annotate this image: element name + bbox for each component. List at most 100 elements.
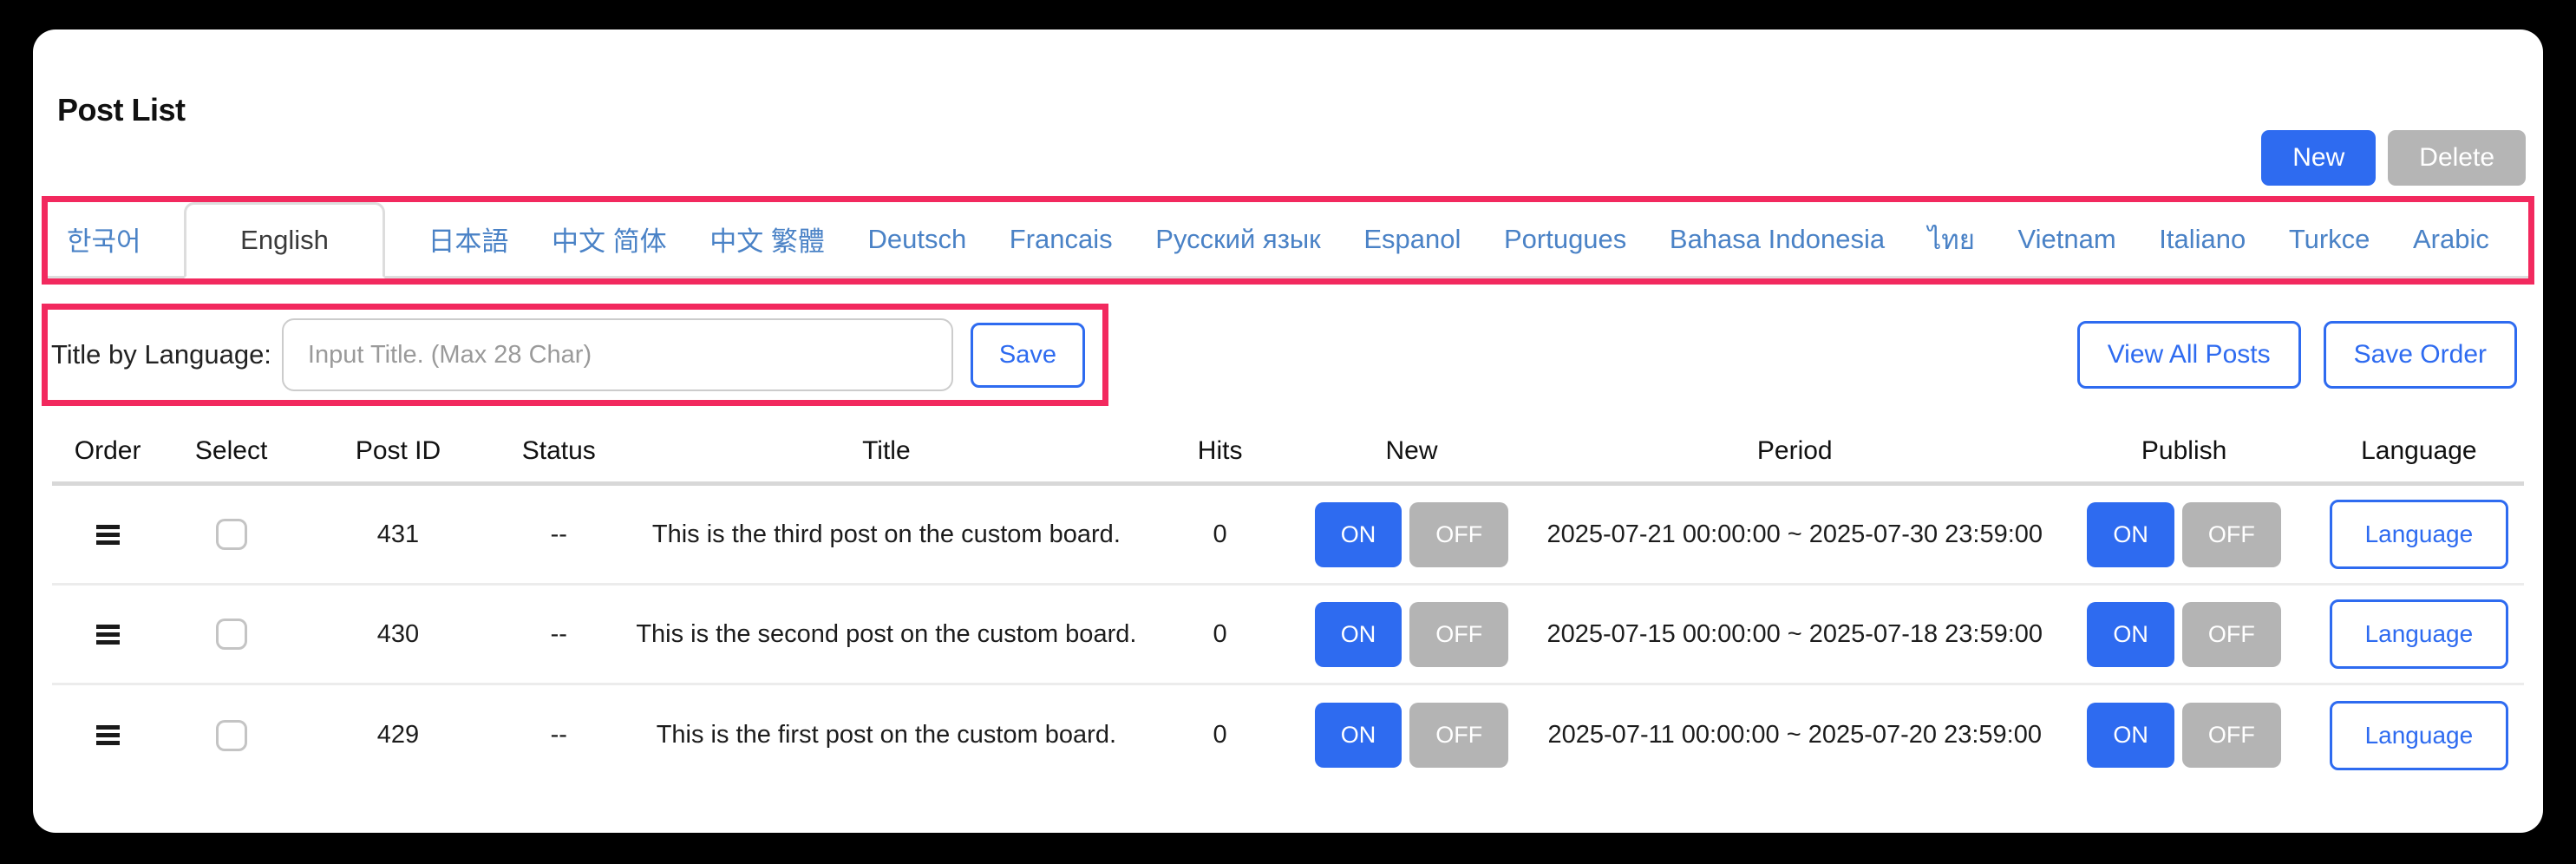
language-tab-label[interactable]: Italiano <box>2159 202 2246 276</box>
column-header: Select <box>163 436 299 466</box>
post-id-cell: 431 <box>299 520 497 549</box>
language-tab[interactable]: Portugues <box>1504 202 1626 276</box>
language-tab[interactable]: 中文 简体 <box>552 202 667 276</box>
drag-handle-icon[interactable] <box>96 625 120 645</box>
select-cell <box>163 519 299 550</box>
row-language-button[interactable]: Language <box>2330 500 2509 569</box>
publish-toggle-cell: ON OFF <box>2055 502 2314 567</box>
drag-handle-icon[interactable] <box>96 525 120 545</box>
delete-button[interactable]: Delete <box>2388 130 2526 186</box>
new-off-button[interactable]: OFF <box>1409 502 1508 567</box>
post-table: OrderSelectPost IDStatusTitleHitsNewPeri… <box>52 423 2524 785</box>
language-tab-label[interactable]: 中文 简体 <box>552 202 667 276</box>
language-tab[interactable]: Espanol <box>1363 202 1461 276</box>
row-language-button[interactable]: Language <box>2330 599 2509 669</box>
new-on-button[interactable]: ON <box>1315 502 1402 567</box>
period-cell: 2025-07-15 00:00:00 ~ 2025-07-18 23:59:0… <box>1535 620 2055 649</box>
language-tab[interactable]: English <box>184 202 385 278</box>
title-cell: This is the second post on the custom bo… <box>621 620 1153 649</box>
column-header: Period <box>1535 436 2055 466</box>
period-cell: 2025-07-21 00:00:00 ~ 2025-07-30 23:59:0… <box>1535 520 2055 549</box>
status-cell: -- <box>497 620 621 649</box>
language-tab-label[interactable]: Francais <box>1010 202 1113 276</box>
language-tab-label[interactable]: Deutsch <box>867 202 966 276</box>
column-header: Language <box>2314 436 2524 466</box>
language-tab-label[interactable]: Русский язык <box>1155 202 1320 276</box>
language-tab[interactable]: Bahasa Indonesia <box>1670 202 1885 276</box>
row-language-button[interactable]: Language <box>2330 701 2509 770</box>
column-header: Publish <box>2055 436 2314 466</box>
language-tab-label[interactable]: English <box>240 205 329 276</box>
language-tab-label[interactable]: 한국어 <box>67 202 141 276</box>
language-tab[interactable]: ไทย <box>1928 202 1975 276</box>
language-tabs-highlight: 한국어 English 日本語 中文 简体 中文 繁體 Deutsch Fran… <box>42 196 2534 285</box>
new-off-button[interactable]: OFF <box>1409 703 1508 768</box>
title-cell: This is the third post on the custom boa… <box>621 520 1153 549</box>
new-toggle-cell: ON OFF <box>1288 703 1535 768</box>
column-header: Hits <box>1152 436 1288 466</box>
post-id-cell: 429 <box>299 721 497 749</box>
post-list-card: Post List New Delete 한국어 English 日本語 中文 … <box>33 29 2543 833</box>
language-tab-label[interactable]: Turkce <box>2289 202 2370 276</box>
select-cell <box>163 720 299 751</box>
language-tab[interactable]: Arabic <box>2413 202 2489 276</box>
language-tab-label[interactable]: ไทย <box>1928 202 1975 276</box>
drag-handle-icon[interactable] <box>96 725 120 745</box>
language-tab[interactable]: Italiano <box>2159 202 2246 276</box>
table-row: 429 -- This is the first post on the cus… <box>52 685 2524 785</box>
language-tab[interactable]: 한국어 <box>67 202 141 276</box>
language-cell: Language <box>2314 599 2524 669</box>
page-title: Post List <box>57 92 2534 128</box>
save-order-button[interactable]: Save Order <box>2324 321 2517 389</box>
language-tab[interactable]: Русский язык <box>1155 202 1320 276</box>
new-button[interactable]: New <box>2261 130 2376 186</box>
language-tab-label[interactable]: 日本語 <box>428 202 508 276</box>
language-tab-label[interactable]: Portugues <box>1504 202 1626 276</box>
order-cell <box>52 725 163 745</box>
title-cell: This is the first post on the custom boa… <box>621 721 1153 749</box>
post-id-cell: 430 <box>299 620 497 649</box>
title-by-language-highlight: Title by Language: Save <box>42 304 1108 406</box>
language-tab-label[interactable]: Vietnam <box>2017 202 2115 276</box>
order-cell <box>52 525 163 545</box>
top-actions: New Delete <box>42 130 2526 186</box>
language-tab-label[interactable]: Espanol <box>1363 202 1461 276</box>
publish-on-button[interactable]: ON <box>2087 502 2174 567</box>
language-tab[interactable]: Francais <box>1010 202 1113 276</box>
language-tab[interactable]: 中文 繁體 <box>709 202 825 276</box>
language-tab[interactable]: Vietnam <box>2017 202 2115 276</box>
publish-on-button[interactable]: ON <box>2087 602 2174 667</box>
language-tab-label[interactable]: Arabic <box>2413 202 2489 276</box>
new-on-button[interactable]: ON <box>1315 602 1402 667</box>
language-cell: Language <box>2314 500 2524 569</box>
language-tabs: 한국어 English 日本語 中文 简体 中文 繁體 Deutsch Fran… <box>48 202 2528 278</box>
post-table-body: 431 -- This is the third post on the cus… <box>52 486 2524 785</box>
language-tab[interactable]: Turkce <box>2289 202 2370 276</box>
publish-off-button[interactable]: OFF <box>2182 502 2281 567</box>
status-cell: -- <box>497 520 621 549</box>
language-tab[interactable]: Deutsch <box>867 202 966 276</box>
new-off-button[interactable]: OFF <box>1409 602 1508 667</box>
new-toggle-cell: ON OFF <box>1288 502 1535 567</box>
list-actions: View All Posts Save Order <box>2077 321 2517 389</box>
publish-off-button[interactable]: OFF <box>2182 703 2281 768</box>
status-cell: -- <box>497 721 621 749</box>
publish-on-button[interactable]: ON <box>2087 703 2174 768</box>
save-title-button[interactable]: Save <box>971 323 1085 388</box>
title-input[interactable] <box>282 318 953 391</box>
view-all-posts-button[interactable]: View All Posts <box>2077 321 2301 389</box>
language-tab-label[interactable]: Bahasa Indonesia <box>1670 202 1885 276</box>
publish-off-button[interactable]: OFF <box>2182 602 2281 667</box>
post-table-header: OrderSelectPost IDStatusTitleHitsNewPeri… <box>52 423 2524 486</box>
row-checkbox[interactable] <box>216 720 247 751</box>
language-cell: Language <box>2314 701 2524 770</box>
row-checkbox[interactable] <box>216 519 247 550</box>
language-tab[interactable]: 日本語 <box>428 202 508 276</box>
row-checkbox[interactable] <box>216 619 247 650</box>
filter-row: Title by Language: Save View All Posts S… <box>42 304 2534 406</box>
language-tab-label[interactable]: 中文 繁體 <box>709 202 825 276</box>
new-toggle-cell: ON OFF <box>1288 602 1535 667</box>
new-on-button[interactable]: ON <box>1315 703 1402 768</box>
column-header: Post ID <box>299 436 497 466</box>
hits-cell: 0 <box>1152 620 1288 649</box>
